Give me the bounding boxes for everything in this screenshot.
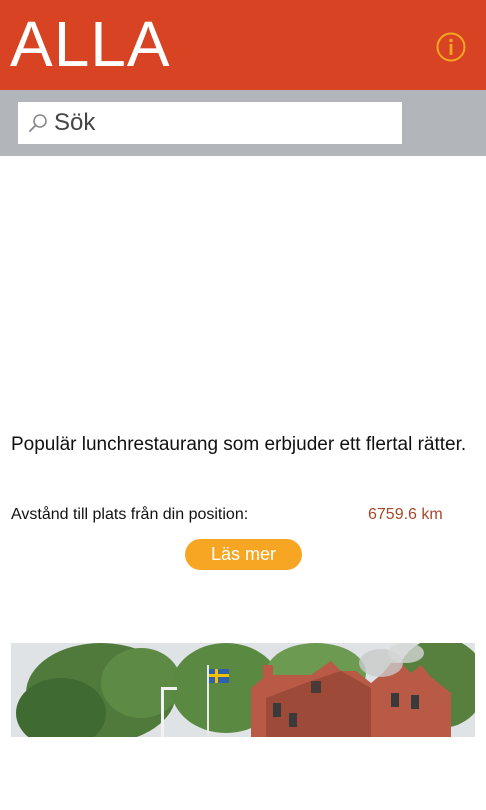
search-input[interactable] (54, 102, 394, 144)
info-button[interactable] (436, 32, 466, 62)
place-photo-image (11, 643, 475, 737)
distance-value: 6759.6 km (368, 506, 443, 523)
search-box[interactable] (18, 102, 402, 144)
place-description: Populär lunchrestaurang som erbjuder ett… (11, 434, 467, 455)
place-photo[interactable] (11, 643, 475, 737)
search-bar (0, 90, 486, 156)
info-circle-icon (436, 32, 466, 62)
app-header: ALLA (0, 0, 486, 90)
search-icon (29, 114, 47, 132)
read-more-button[interactable]: Läs mer (185, 539, 302, 570)
app-screen: ALLA Populär lunchrestaurang som erbjude… (0, 0, 486, 810)
page-title: ALLA (10, 8, 171, 80)
distance-label: Avstånd till plats från din position: (11, 506, 249, 523)
